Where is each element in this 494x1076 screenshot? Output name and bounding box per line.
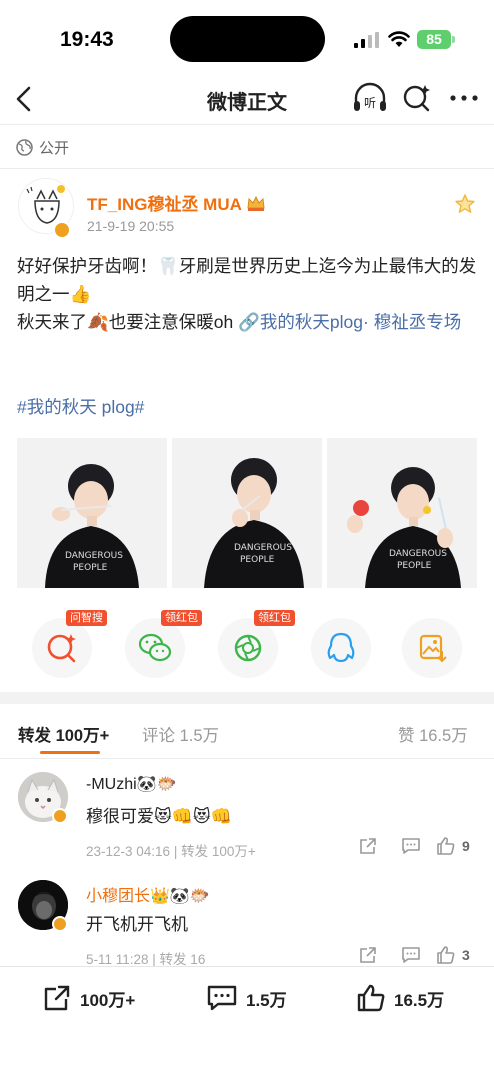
- hashtag-link[interactable]: #我的秋天 plog#: [17, 394, 144, 419]
- post-photo[interactable]: DANGEROUS PEOPLE: [172, 438, 322, 588]
- author-name-text: TF_ING穆祉丞 MUA: [87, 195, 242, 214]
- wechat-icon: [138, 633, 172, 662]
- crown-badge-icon: [247, 195, 265, 211]
- active-tab-indicator: [40, 751, 100, 754]
- comment-author-name[interactable]: -MUzhi🐼🐡: [86, 774, 177, 794]
- like-button[interactable]: 16.5万: [356, 983, 444, 1013]
- verified-badge-icon: [53, 221, 71, 239]
- repost-button[interactable]: 100万+: [42, 983, 135, 1013]
- nav-bar: 微博正文 听: [0, 78, 494, 120]
- section-separator: [0, 692, 494, 704]
- favorite-star-icon[interactable]: [454, 193, 476, 215]
- svg-text:PEOPLE: PEOPLE: [73, 563, 108, 573]
- divider: [0, 124, 494, 125]
- comment-actions: 9: [358, 836, 470, 856]
- comment-count: 1.5万: [246, 990, 287, 1010]
- save-image-icon: [419, 634, 447, 663]
- comment-meta: 23-12-3 04:16 | 转发 100万+: [86, 844, 256, 859]
- verified-badge-icon: [52, 808, 68, 824]
- share-tag: 领红包: [161, 610, 202, 626]
- comment-meta: 5-11 11:28 | 转发 16: [86, 952, 206, 967]
- headphones-listen-icon[interactable]: 听: [352, 82, 388, 114]
- like-icon[interactable]: [436, 945, 456, 965]
- verified-badge-icon: [52, 916, 68, 932]
- post-text-line: 好好保护牙齿啊！🦷牙刷是世界历史上迄今为止最伟大的发明之一👍: [17, 256, 477, 304]
- photo-grid: DANGEROUS PEOPLE DANGEROUS PEOPLE DANGER…: [17, 438, 477, 588]
- comment-icon: [207, 985, 237, 1011]
- comment-actions: 3: [358, 945, 470, 965]
- comment-author-name[interactable]: 小穆团长👑🐼🐡: [86, 882, 210, 906]
- post-link[interactable]: 🔗我的秋天plog· 穆祉丞专场: [238, 312, 461, 332]
- comment-button[interactable]: 1.5万: [206, 983, 287, 1013]
- visibility-text: 公开: [39, 139, 70, 157]
- globe-icon: [16, 138, 33, 156]
- more-options-icon[interactable]: [448, 82, 480, 114]
- svg-text:DANGEROUS: DANGEROUS: [234, 543, 292, 553]
- share-ai-search-button[interactable]: [32, 618, 92, 678]
- share-actions: 问智搜 领红包 领红包: [32, 610, 462, 678]
- interaction-tabs: 转发 100万+ 评论 1.5万 赞 16.5万: [0, 718, 494, 758]
- qq-icon: [327, 632, 355, 663]
- repost-icon[interactable]: [358, 945, 378, 965]
- like-count: 9: [462, 838, 470, 854]
- share-qq-button[interactable]: [311, 618, 371, 678]
- post-time: 21-9-19 20:55: [87, 218, 175, 234]
- svg-text:PEOPLE: PEOPLE: [397, 561, 432, 571]
- like-icon[interactable]: [436, 836, 456, 856]
- like-icon: [357, 984, 385, 1012]
- list-item: -MUzhi🐼🐡 穆很可爱😻👊😻👊 23-12-3 04:16 | 转发 100…: [0, 770, 494, 866]
- ai-search-icon[interactable]: [402, 82, 432, 114]
- battery-tip: [452, 36, 455, 43]
- author-name[interactable]: TF_ING穆祉丞 MUA: [87, 190, 266, 215]
- listen-label: 听: [364, 96, 376, 110]
- status-bar: 19:43 85: [0, 0, 494, 78]
- svg-text:DANGEROUS: DANGEROUS: [65, 551, 123, 561]
- share-tag: 问智搜: [66, 610, 107, 626]
- like-count: 3: [462, 947, 470, 963]
- post-text-prefix: 秋天来了🍂也要注意保暖oh: [17, 312, 239, 332]
- share-tag: 领红包: [254, 610, 295, 626]
- cellular-signal-icon: [354, 32, 379, 48]
- save-image-button[interactable]: [402, 618, 462, 678]
- share-wechat-button[interactable]: [125, 618, 185, 678]
- tab-like[interactable]: 赞 16.5万: [398, 722, 468, 746]
- wifi-icon: [388, 31, 410, 47]
- svg-text:PEOPLE: PEOPLE: [240, 555, 275, 565]
- visibility-label: 公开: [16, 136, 69, 158]
- comment-text: 开飞机开飞机: [86, 915, 188, 934]
- dynamic-island: [170, 16, 325, 62]
- comment-icon[interactable]: [400, 945, 422, 965]
- battery-indicator: 85: [417, 30, 451, 49]
- divider: [0, 758, 494, 759]
- comment-text: 穆很可爱😻👊😻👊: [86, 807, 232, 826]
- tab-comment[interactable]: 评论 1.5万: [142, 722, 219, 746]
- list-item: 小穆团长👑🐼🐡 开飞机开飞机 5-11 11:28 | 转发 16 3: [0, 878, 494, 967]
- repost-icon: [44, 985, 70, 1011]
- share-moments-button[interactable]: [218, 618, 278, 678]
- divider: [0, 168, 494, 169]
- post-photo[interactable]: DANGEROUS PEOPLE: [327, 438, 477, 588]
- post-photo[interactable]: DANGEROUS PEOPLE: [17, 438, 167, 588]
- status-time: 19:43: [60, 28, 114, 51]
- repost-icon[interactable]: [358, 836, 378, 856]
- repost-count: 100万+: [80, 990, 136, 1010]
- bottom-action-bar: 100万+ 1.5万 16.5万: [0, 967, 494, 1037]
- like-count: 16.5万: [394, 990, 445, 1010]
- post-text-line-2: 秋天来了🍂也要注意保暖oh 🔗我的秋天plog· 穆祉丞专场: [17, 308, 479, 336]
- comment-icon[interactable]: [400, 836, 422, 856]
- tab-repost[interactable]: 转发 100万+: [18, 722, 109, 746]
- search-ai-icon: [47, 634, 76, 663]
- svg-text:DANGEROUS: DANGEROUS: [389, 549, 447, 559]
- post-body: 好好保护牙齿啊！🦷牙刷是世界历史上迄今为止最伟大的发明之一👍 秋天来了🍂也要注意…: [17, 252, 479, 336]
- moments-icon: [234, 634, 262, 662]
